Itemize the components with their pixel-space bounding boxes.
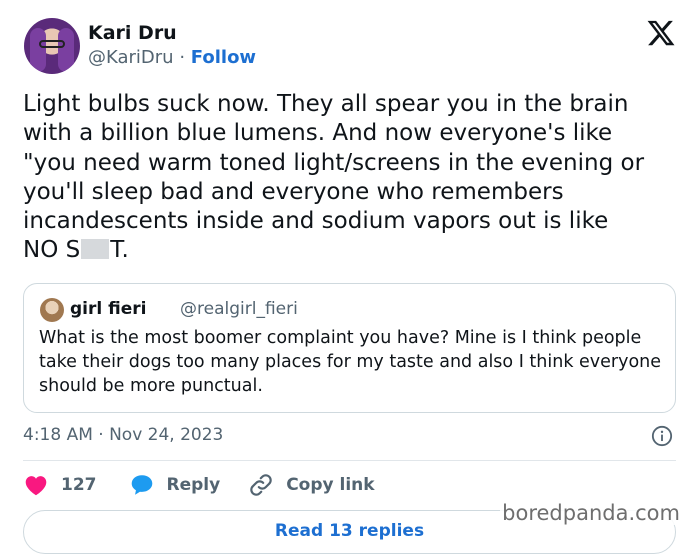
like-button[interactable]: 127 [23,472,97,498]
quoted-tweet[interactable]: girl fieri @realgirl_fieri What is the m… [23,283,676,413]
copy-link-label: Copy link [286,475,375,495]
reply-label: Reply [166,475,221,495]
quote-avatar [40,298,64,322]
like-count: 127 [61,475,97,495]
tweet-text-tail: T. [110,237,129,264]
quote-author-handle: @realgirl_fieri [180,299,298,319]
divider [23,460,676,461]
handle-row: @KariDru · Follow [88,47,256,68]
watermark: boredpanda.com [500,501,682,525]
censor-block [81,239,110,260]
handle[interactable]: @KariDru [88,47,174,68]
display-name[interactable]: Kari Dru [88,22,177,44]
heart-icon [25,476,47,496]
quote-text: What is the most boomer complaint you ha… [39,328,662,396]
info-icon[interactable] [651,425,673,447]
avatar[interactable] [24,18,80,74]
separator: · [179,47,186,68]
follow-button[interactable]: Follow [191,47,256,68]
x-logo-icon[interactable] [646,18,676,48]
reply-bubble-icon [131,475,152,495]
timestamp[interactable]: 4:18 AM · Nov 24, 2023 [23,425,223,445]
link-icon [250,474,272,496]
tweet-text: Light bulbs suck now. They all spear you… [23,90,683,266]
quote-author-name: girl fieri [70,299,147,319]
action-bar: 127 Reply Copy link [23,472,375,498]
copy-link-button[interactable]: Copy link [248,472,375,498]
reply-button[interactable]: Reply [129,472,221,498]
